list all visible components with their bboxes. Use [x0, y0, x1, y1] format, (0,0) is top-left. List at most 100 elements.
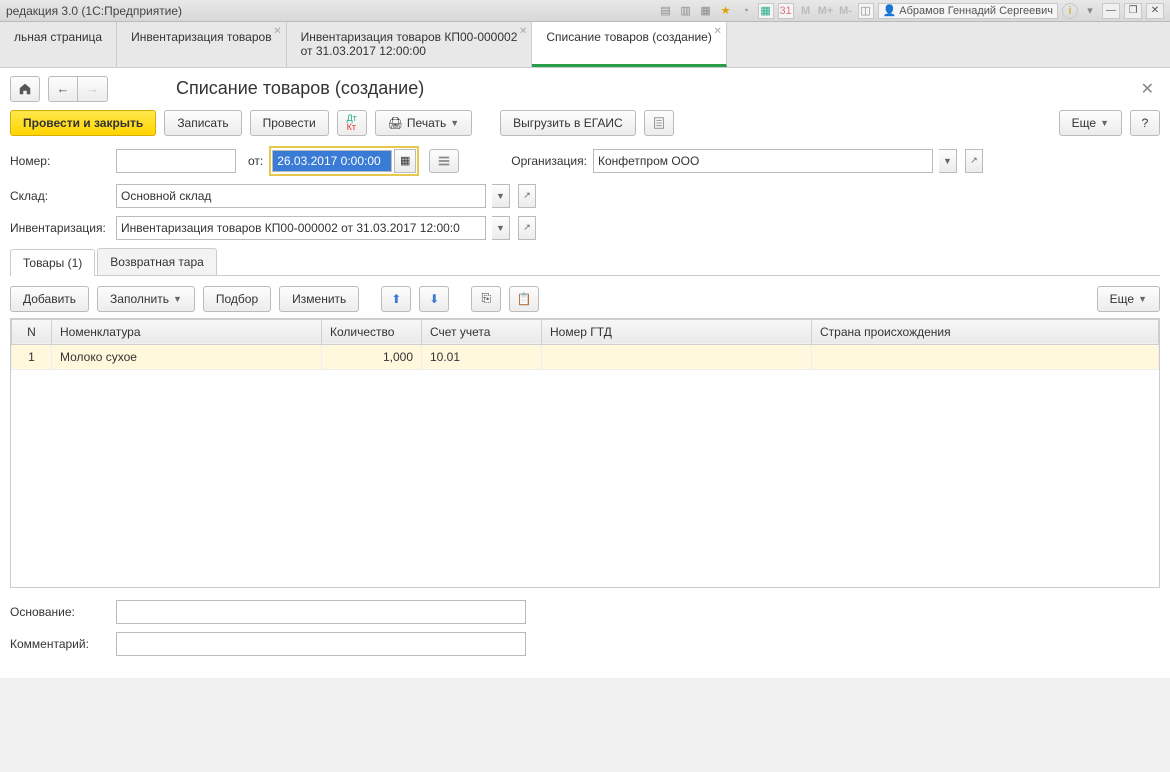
select-button[interactable]: Подбор — [203, 286, 271, 312]
number-input[interactable] — [116, 149, 236, 173]
cell-country[interactable] — [812, 344, 1159, 369]
date-input[interactable]: 26.03.2017 0:00:00 — [272, 150, 392, 172]
tab-inventory-doc[interactable]: Инвентаризация товаров КП00-000002 от 31… — [287, 22, 533, 67]
col-country[interactable]: Страна происхождения — [812, 319, 1159, 344]
nav-row: ← → Списание товаров (создание) ✕ — [10, 76, 1160, 102]
copy-icon: ⎘ — [481, 291, 491, 306]
maximize-button[interactable]: ❐ — [1124, 3, 1142, 19]
warehouse-open-button[interactable]: ↗ — [518, 184, 536, 208]
inventory-input[interactable]: Инвентаризация товаров КП00-000002 от 31… — [116, 216, 486, 240]
info-icon[interactable]: i — [1062, 3, 1078, 19]
egais-button[interactable]: Выгрузить в ЕГАИС — [500, 110, 636, 136]
titlebar-icon-5[interactable]: ◔ — [738, 3, 754, 19]
form-row-warehouse: Склад: Основной склад ▼ ↗ — [10, 184, 1160, 208]
dropdown-icon[interactable]: ▾ — [1082, 3, 1098, 19]
cell-account[interactable]: 10.01 — [422, 344, 542, 369]
main-toolbar: Провести и закрыть Записать Провести ДтК… — [10, 110, 1160, 136]
comment-input[interactable] — [116, 632, 526, 656]
print-button[interactable]: 🖨 Печать ▼ — [375, 110, 472, 136]
col-gtd[interactable]: Номер ГТД — [542, 319, 812, 344]
forward-button[interactable]: → — [78, 76, 108, 102]
copy-button[interactable]: ⎘ — [471, 286, 501, 312]
back-button[interactable]: ← — [48, 76, 78, 102]
tab-writeoff[interactable]: Списание товаров (создание) ✕ — [532, 22, 726, 67]
paste-button[interactable]: 📋 — [509, 286, 539, 312]
m-button[interactable]: M — [798, 3, 814, 19]
tab-label-line1: Инвентаризация товаров КП00-000002 — [301, 30, 518, 44]
cell-nomenclature[interactable]: Молоко сухое — [52, 344, 322, 369]
m-minus-button[interactable]: M- — [838, 3, 854, 19]
inventory-label: Инвентаризация: — [10, 221, 110, 235]
warehouse-dropdown-button[interactable]: ▼ — [492, 184, 510, 208]
home-button[interactable] — [10, 76, 40, 102]
col-account[interactable]: Счет учета — [422, 319, 542, 344]
calendar-button[interactable]: ▦ — [394, 149, 416, 173]
minimize-button[interactable]: — — [1102, 3, 1120, 19]
subtab-tare[interactable]: Возвратная тара — [97, 248, 217, 275]
window-titlebar: редакция 3.0 (1С:Предприятие) ▤ ▥ ▦ ★ ◔ … — [0, 0, 1170, 22]
move-up-button[interactable]: ⬆ — [381, 286, 411, 312]
tab-label-line2: от 31.03.2017 12:00:00 — [301, 44, 518, 58]
goods-grid[interactable]: N Номенклатура Количество Счет учета Ном… — [10, 318, 1160, 588]
chevron-down-icon: ▼ — [173, 294, 182, 304]
record-button[interactable]: Записать — [164, 110, 241, 136]
cell-quantity[interactable]: 1,000 — [322, 344, 422, 369]
page-title: Списание товаров (создание) — [176, 78, 424, 99]
titlebar-icon-3[interactable]: ▦ — [698, 3, 714, 19]
panel-icon[interactable]: ◫ — [858, 3, 874, 19]
document-tabbar: льная страница Инвентаризация товаров ✕ … — [0, 22, 1170, 68]
star-icon[interactable]: ★ — [718, 3, 734, 19]
content-close-button[interactable]: ✕ — [1135, 77, 1160, 101]
basis-input[interactable] — [116, 600, 526, 624]
tab-inventory-list[interactable]: Инвентаризация товаров ✕ — [117, 22, 286, 67]
m-plus-button[interactable]: M+ — [818, 3, 834, 19]
cell-gtd[interactable] — [542, 344, 812, 369]
chevron-down-icon: ▼ — [450, 118, 459, 128]
titlebar-icon-2[interactable]: ▥ — [678, 3, 694, 19]
dtkt-button[interactable]: ДтКт — [337, 110, 367, 136]
form-row-inventory: Инвентаризация: Инвентаризация товаров К… — [10, 216, 1160, 240]
org-open-button[interactable]: ↗ — [965, 149, 983, 173]
more-button[interactable]: Еще ▼ — [1059, 110, 1122, 136]
document-icon-button[interactable] — [644, 110, 674, 136]
list-icon-button[interactable] — [429, 149, 459, 173]
col-nomenclature[interactable]: Номенклатура — [52, 319, 322, 344]
inventory-open-button[interactable]: ↗ — [518, 216, 536, 240]
col-quantity[interactable]: Количество — [322, 319, 422, 344]
warehouse-input[interactable]: Основной склад — [116, 184, 486, 208]
current-user[interactable]: 👤 Абрамов Геннадий Сергеевич — [878, 3, 1058, 19]
change-button[interactable]: Изменить — [279, 286, 359, 312]
comment-label: Комментарий: — [10, 637, 110, 651]
post-and-close-button[interactable]: Провести и закрыть — [10, 110, 156, 136]
form-row-basis: Основание: — [10, 600, 1160, 624]
cell-n[interactable]: 1 — [12, 344, 52, 369]
home-icon — [18, 82, 32, 96]
paste-icon: 📋 — [517, 292, 532, 306]
table-row[interactable]: 1 Молоко сухое 1,000 10.01 — [12, 344, 1159, 369]
inventory-dropdown-button[interactable]: ▼ — [492, 216, 510, 240]
document-icon — [652, 116, 666, 130]
titlebar-icon-1[interactable]: ▤ — [658, 3, 674, 19]
close-icon[interactable]: ✕ — [713, 26, 721, 37]
close-icon[interactable]: ✕ — [519, 26, 527, 38]
arrow-down-icon: ⬇ — [429, 292, 439, 306]
close-icon[interactable]: ✕ — [273, 26, 281, 37]
help-button[interactable]: ? — [1130, 110, 1160, 136]
fill-button[interactable]: Заполнить ▼ — [97, 286, 195, 312]
calendar-icon[interactable]: 31 — [778, 3, 794, 19]
org-input[interactable]: Конфетпром ООО — [593, 149, 933, 173]
tab-label: Списание товаров (создание) — [546, 30, 711, 44]
add-button[interactable]: Добавить — [10, 286, 89, 312]
subtab-goods[interactable]: Товары (1) — [10, 249, 95, 276]
col-n[interactable]: N — [12, 319, 52, 344]
grid-more-button[interactable]: Еще ▼ — [1097, 286, 1160, 312]
window-close-button[interactable]: ✕ — [1146, 3, 1164, 19]
post-button[interactable]: Провести — [250, 110, 329, 136]
org-dropdown-button[interactable]: ▼ — [939, 149, 957, 173]
app-title: редакция 3.0 (1С:Предприятие) — [6, 4, 182, 18]
move-down-button[interactable]: ⬇ — [419, 286, 449, 312]
dtkt-icon: ДтКт — [347, 114, 357, 132]
calculator-icon[interactable]: ▦ — [758, 3, 774, 19]
printer-icon: 🖨 — [388, 116, 403, 130]
tab-home[interactable]: льная страница — [0, 22, 117, 67]
